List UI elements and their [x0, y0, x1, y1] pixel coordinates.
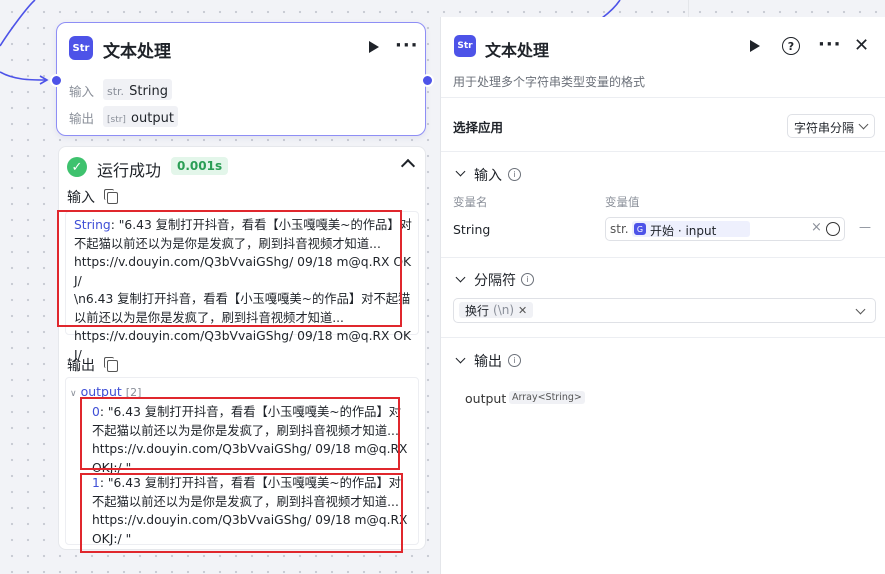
- result-input-heading: 输入: [67, 190, 95, 206]
- text-node-icon: Str: [454, 35, 476, 57]
- node-output-label: 输出: [69, 111, 95, 126]
- select-app-dropdown[interactable]: 字符串分隔: [787, 114, 875, 138]
- string-type-prefix: str.: [610, 222, 629, 236]
- text-node-icon: Str: [69, 36, 93, 60]
- copy-icon[interactable]: [104, 189, 118, 204]
- node-output-port[interactable]: [421, 74, 434, 87]
- run-status: 运行成功: [97, 161, 162, 180]
- output-section-title: 输出: [474, 354, 502, 370]
- result-output-heading: 输出: [67, 358, 95, 374]
- run-duration-badge: 0.001s: [171, 157, 229, 175]
- divider: [441, 97, 885, 98]
- info-icon[interactable]: i: [508, 168, 521, 181]
- panel-description: 用于处理多个字符串类型变量的格式: [453, 75, 646, 89]
- string-type-prefix: str.: [107, 85, 125, 98]
- node-title: 文本处理: [103, 42, 171, 62]
- info-icon[interactable]: i: [521, 273, 534, 286]
- var-name-value: String: [453, 222, 491, 237]
- clear-icon[interactable]: ×: [811, 220, 822, 235]
- start-node-icon: G: [634, 223, 646, 235]
- info-icon[interactable]: i: [508, 354, 521, 367]
- chevron-down-icon: [855, 304, 866, 315]
- play-icon[interactable]: [750, 40, 760, 52]
- highlight-box-item-1: [80, 473, 403, 553]
- text-process-node[interactable]: Str 文本处理 ··· 输入 str. String 输出 [str] out…: [56, 22, 426, 136]
- panel-title: 文本处理: [485, 41, 550, 60]
- node-input-label: 输入: [69, 84, 95, 99]
- separator-section-title: 分隔符: [474, 273, 516, 289]
- node-input-type-chip: str. String: [103, 79, 172, 100]
- separator-tag-hint: (\n): [493, 303, 515, 317]
- divider: [441, 337, 885, 338]
- separator-tag: 换行 (\n) ✕: [459, 302, 534, 318]
- node-config-panel: Str 文本处理 ? ··· ✕ 用于处理多个字符串类型变量的格式 选择应用 字…: [440, 17, 885, 574]
- var-name-column: 变量名: [453, 195, 488, 209]
- section-collapse-icon[interactable]: [455, 272, 466, 283]
- chevron-down-icon: [858, 119, 869, 130]
- output-var-name: output: [465, 391, 507, 406]
- highlight-box-item-0: [80, 397, 400, 470]
- target-icon[interactable]: [826, 222, 840, 236]
- highlight-box-input: [57, 210, 402, 327]
- input-json-line: https://v.douyin.com/Q3bVvaiGShg/ 09/18 …: [74, 329, 412, 362]
- remove-tag-icon[interactable]: ✕: [518, 304, 527, 317]
- close-icon[interactable]: ✕: [854, 35, 869, 56]
- expand-chevron-icon: ∨: [70, 389, 77, 399]
- help-icon[interactable]: ?: [782, 37, 800, 55]
- select-app-value: 字符串分隔: [794, 121, 855, 135]
- var-ref-value: 开始 · input: [650, 224, 717, 238]
- more-icon[interactable]: ···: [395, 35, 419, 56]
- remove-var-dash[interactable]: —: [859, 220, 871, 234]
- var-ref-field[interactable]: str. G 开始 · input ×: [605, 217, 845, 241]
- separator-select[interactable]: 换行 (\n) ✕: [453, 298, 876, 323]
- success-check-icon: ✓: [67, 157, 87, 177]
- copy-icon[interactable]: [104, 357, 118, 372]
- node-input-type: String: [129, 84, 168, 99]
- input-section-title: 输入: [474, 168, 502, 184]
- node-output-name: output: [131, 111, 174, 126]
- output-var-type: Array<String>: [509, 391, 585, 404]
- canvas-edge-line: [688, 0, 689, 17]
- select-app-label: 选择应用: [453, 120, 504, 135]
- divider: [441, 151, 885, 152]
- var-value-column: 变量值: [605, 195, 640, 209]
- section-collapse-icon[interactable]: [455, 353, 466, 364]
- node-output-type-chip: [str] output: [103, 106, 178, 127]
- divider: [441, 257, 885, 258]
- section-collapse-icon[interactable]: [455, 166, 466, 177]
- more-icon[interactable]: ···: [818, 34, 842, 55]
- node-input-port[interactable]: [50, 74, 63, 87]
- array-type-icon: [str]: [107, 115, 126, 125]
- play-icon[interactable]: [369, 41, 379, 53]
- collapse-icon[interactable]: [400, 158, 416, 174]
- separator-tag-label: 换行: [465, 303, 490, 318]
